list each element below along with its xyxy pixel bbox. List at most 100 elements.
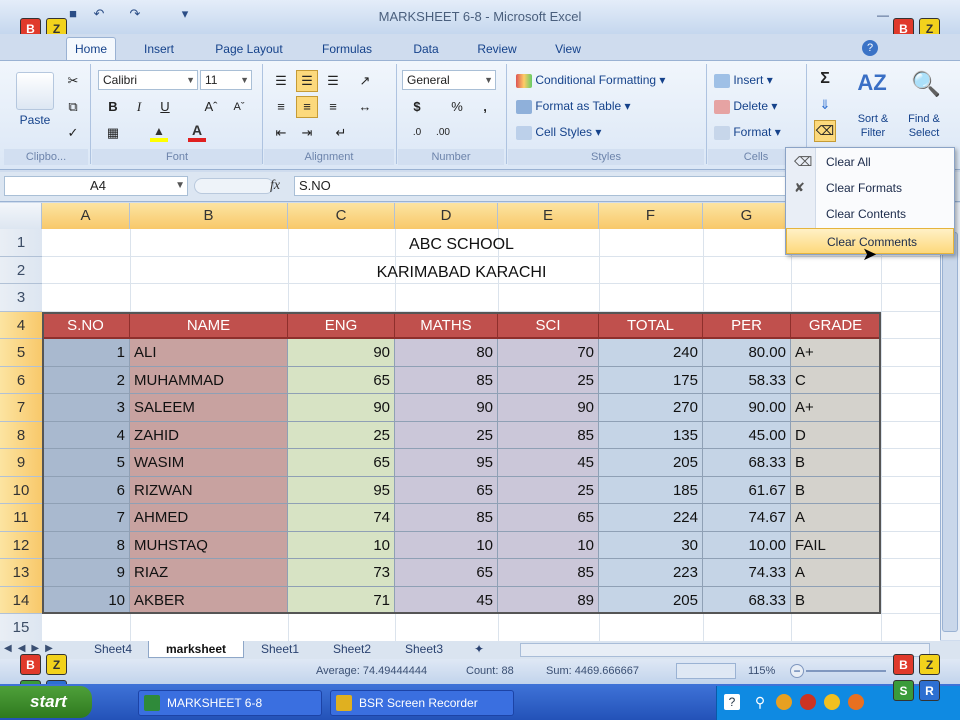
table-cell[interactable]: ZAHID (130, 421, 288, 449)
table-cell[interactable]: 240 (599, 339, 703, 367)
row-header-3[interactable]: 3 (0, 284, 42, 312)
table-cell[interactable]: RIAZ (130, 559, 288, 587)
table-cell[interactable]: A (791, 504, 881, 532)
align-left-icon[interactable]: ≡ (270, 96, 292, 118)
select-all-button[interactable] (0, 203, 42, 229)
align-bottom-icon[interactable]: ☰ (322, 70, 344, 92)
grow-font-icon[interactable]: Aˆ (200, 96, 222, 118)
table-cell[interactable]: MUHSTAQ (130, 531, 288, 559)
tab-view[interactable]: View (546, 40, 590, 58)
table-cell[interactable]: 80.00 (703, 339, 791, 367)
table-cell[interactable]: 25 (288, 421, 395, 449)
table-cell[interactable]: 90 (288, 394, 395, 422)
table-cell[interactable]: B (791, 449, 881, 477)
row-header-6[interactable]: 6 (0, 366, 42, 394)
percent-button[interactable]: % (446, 96, 468, 118)
menu-item-clear-formats[interactable]: Clear Formats (786, 175, 954, 201)
column-header-a[interactable]: A (42, 203, 130, 229)
view-buttons[interactable] (676, 663, 736, 679)
table-cell[interactable]: RIZWAN (130, 476, 288, 504)
help-tray-icon[interactable]: ? (724, 694, 740, 710)
row-header-9[interactable]: 9 (0, 449, 42, 477)
table-cell[interactable]: WASIM (130, 449, 288, 477)
tab-review[interactable]: Review (470, 40, 524, 58)
table-cell[interactable]: 3 (42, 394, 130, 422)
table-cell[interactable]: 8 (42, 531, 130, 559)
header-cell-per[interactable]: PER (703, 311, 791, 339)
increase-indent-icon[interactable]: ⇥ (296, 122, 318, 144)
table-cell[interactable]: 30 (599, 531, 703, 559)
tray-app-icon[interactable] (800, 694, 816, 710)
sheet-nav-arrows[interactable]: ◀◀▶▶ (4, 643, 74, 654)
table-cell[interactable]: 10 (42, 586, 130, 614)
merge-center-icon[interactable]: ↔ (354, 96, 376, 118)
table-cell[interactable]: 74.67 (703, 504, 791, 532)
format-as-table-button[interactable]: Format as Table ▾ (516, 96, 631, 116)
zoom-out-icon[interactable]: − (790, 664, 804, 678)
zoom-slider[interactable] (806, 670, 886, 672)
row-header-5[interactable]: 5 (0, 339, 42, 367)
conditional-formatting-button[interactable]: Conditional Formatting ▾ (516, 70, 665, 90)
table-cell[interactable]: 10.00 (703, 531, 791, 559)
start-button[interactable]: start (0, 686, 92, 718)
name-box[interactable]: A4 ▼ (4, 176, 188, 196)
sheet-tab-marksheet[interactable]: marksheet (148, 641, 244, 658)
tab-data[interactable]: Data (406, 40, 446, 58)
table-cell[interactable]: 205 (599, 449, 703, 477)
table-cell[interactable]: D (791, 421, 881, 449)
insert-sheet-icon[interactable]: ✦ (464, 641, 494, 658)
tray-app-icon[interactable] (848, 694, 864, 710)
row-header-10[interactable]: 10 (0, 476, 42, 504)
table-cell[interactable]: 61.67 (703, 476, 791, 504)
column-header-b[interactable]: B (130, 203, 288, 229)
tray-app-icon[interactable] (824, 694, 840, 710)
sheet-title-cell[interactable]: ABC SCHOOL (42, 231, 881, 259)
table-cell[interactable]: 68.33 (703, 449, 791, 477)
table-cell[interactable]: 90 (395, 394, 498, 422)
column-header-d[interactable]: D (395, 203, 498, 229)
row-header-8[interactable]: 8 (0, 421, 42, 449)
insert-cells-button[interactable]: Insert ▾ (714, 70, 773, 90)
insert-function-icon[interactable]: fx (270, 178, 280, 194)
sheet-tab-sheet4[interactable]: Sheet4 (84, 641, 142, 658)
sheet-tab-sheet2[interactable]: Sheet2 (320, 641, 384, 658)
number-format-select[interactable]: General ▼ (402, 70, 496, 90)
table-cell[interactable]: MUHAMMAD (130, 366, 288, 394)
sheet-subtitle-cell[interactable]: KARIMABAD KARACHI (42, 259, 881, 287)
header-cell-maths[interactable]: MATHS (395, 311, 498, 339)
zoom-level[interactable]: 115% (748, 665, 775, 677)
decrease-decimal-icon[interactable]: .00 (432, 122, 454, 144)
cut-icon[interactable]: ✂ (62, 70, 84, 92)
shrink-font-icon[interactable]: Aˇ (228, 96, 250, 118)
format-cells-button[interactable]: Format ▾ (714, 122, 781, 142)
row-header-12[interactable]: 12 (0, 531, 42, 559)
table-cell[interactable]: 70 (498, 339, 599, 367)
tab-insert[interactable]: Insert (134, 40, 184, 58)
column-header-c[interactable]: C (288, 203, 395, 229)
table-cell[interactable]: 135 (599, 421, 703, 449)
find-select-button[interactable]: Find & Select (900, 112, 948, 140)
header-cell-sci[interactable]: SCI (498, 311, 599, 339)
table-cell[interactable]: 58.33 (703, 366, 791, 394)
undo-icon[interactable]: ↶ (90, 6, 108, 22)
italic-button[interactable]: I (128, 96, 150, 118)
table-cell[interactable]: 224 (599, 504, 703, 532)
redo-icon[interactable]: ↷ (126, 6, 144, 22)
sort-filter-icon[interactable]: AZ (852, 70, 892, 108)
table-cell[interactable]: 85 (395, 504, 498, 532)
row-header-14[interactable]: 14 (0, 586, 42, 614)
tab-home[interactable]: Home (66, 37, 116, 61)
table-cell[interactable]: SALEEM (130, 394, 288, 422)
table-cell[interactable]: A+ (791, 394, 881, 422)
table-cell[interactable]: 74.33 (703, 559, 791, 587)
customize-qat-icon[interactable]: ▾ (176, 6, 194, 22)
sheet-tab-sheet1[interactable]: Sheet1 (250, 641, 310, 658)
table-cell[interactable]: 74 (288, 504, 395, 532)
table-cell[interactable]: 65 (395, 476, 498, 504)
table-cell[interactable]: 1 (42, 339, 130, 367)
borders-icon[interactable]: ▦ (102, 122, 124, 144)
taskbar-item-marksheet[interactable]: MARKSHEET 6-8 (138, 690, 322, 716)
table-cell[interactable]: 65 (395, 559, 498, 587)
copy-icon[interactable]: ⧉ (62, 96, 84, 118)
table-cell[interactable]: 89 (498, 586, 599, 614)
